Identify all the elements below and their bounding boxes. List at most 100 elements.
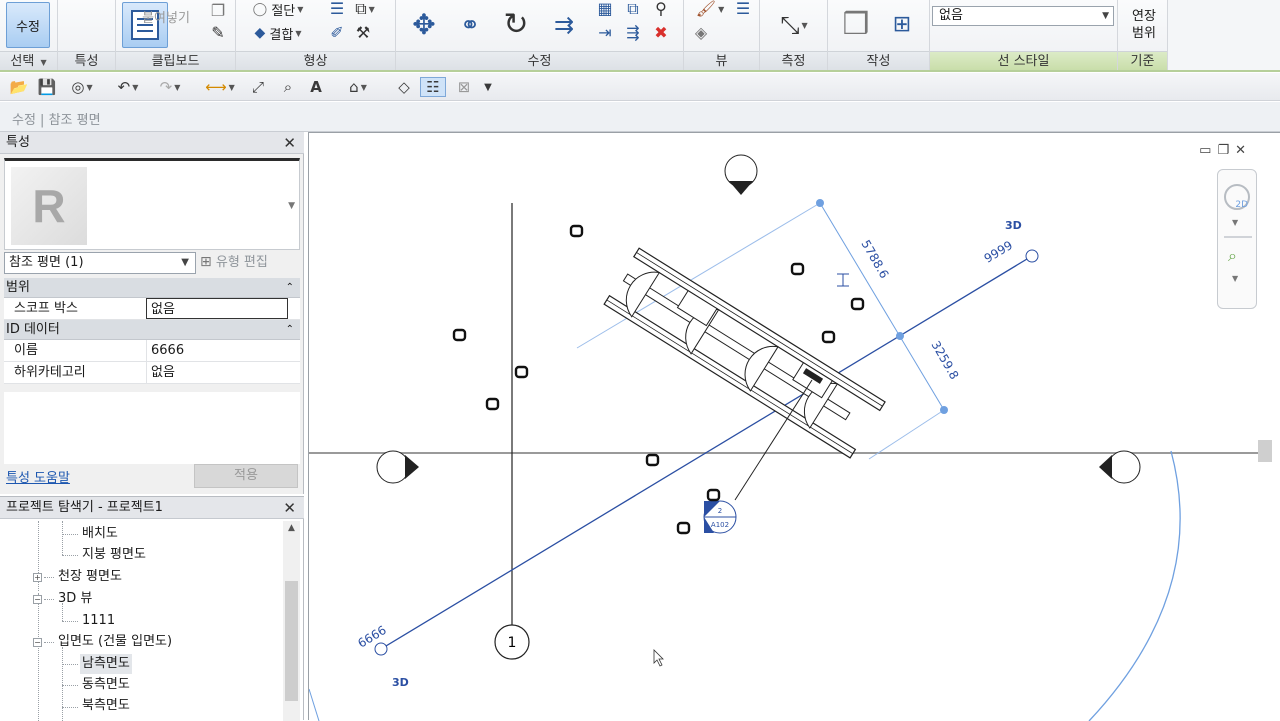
thin-lines-icon[interactable]: ☷: [420, 77, 446, 97]
elevation-marker-north[interactable]: [724, 154, 758, 195]
close-icon[interactable]: ✕: [283, 132, 296, 154]
tree-item-south-elevation[interactable]: 남측면도: [80, 654, 132, 674]
3d-tag[interactable]: 3D: [392, 676, 409, 689]
3d-tag[interactable]: 3D: [1005, 219, 1022, 232]
subcategory-value[interactable]: 없음: [146, 362, 288, 384]
match-properties-icon[interactable]: ✎: [208, 24, 228, 42]
tag-symbol[interactable]: [790, 262, 805, 276]
scroll-thumb[interactable]: [285, 581, 298, 701]
dimension-grip[interactable]: [896, 332, 904, 340]
tag-symbol[interactable]: [676, 521, 691, 535]
elevation-marker-east[interactable]: [1099, 450, 1141, 484]
undo-icon[interactable]: ↶ ▼: [106, 77, 150, 97]
close-icon[interactable]: ✕: [1235, 143, 1252, 158]
tree-item-site-plan[interactable]: 배치도: [82, 524, 118, 544]
aligned-dimension-icon[interactable]: ⟷ ▼: [200, 77, 240, 97]
wall-joins-icon[interactable]: ☰: [326, 0, 348, 18]
save-icon[interactable]: 💾: [36, 77, 58, 97]
tag-symbol[interactable]: [850, 297, 865, 311]
paint-icon[interactable]: ✐: [326, 24, 348, 42]
restore-icon[interactable]: ❐: [1217, 143, 1235, 158]
split-icon[interactable]: ⇥: [594, 24, 616, 42]
section-extents[interactable]: 범위 ⌃: [4, 278, 300, 298]
chevron-down-icon[interactable]: ▼: [1232, 218, 1238, 227]
instance-filter-select[interactable]: 참조 평면 (1) ▼: [4, 252, 196, 274]
cut-button[interactable]: ◯ 절단 ▼: [242, 0, 314, 19]
split-face-icon[interactable]: ⧉ ▼: [350, 0, 380, 18]
tag-symbol[interactable]: [821, 330, 836, 344]
tree-item-north-elevation[interactable]: 북측면도: [82, 696, 130, 716]
copy-element-icon[interactable]: ⚭: [450, 6, 490, 44]
text-icon[interactable]: A: [304, 77, 328, 97]
line-style-select[interactable]: 없음 ▼: [932, 6, 1114, 26]
collapse-icon[interactable]: −: [33, 638, 42, 647]
demolish-icon[interactable]: ⚒: [352, 24, 374, 42]
type-selector[interactable]: R ▼: [4, 158, 300, 250]
close-icon[interactable]: ✕: [283, 497, 296, 519]
section-icon[interactable]: ◇: [392, 77, 416, 97]
measure-qat-icon[interactable]: ⤢: [246, 77, 270, 97]
tag-symbol[interactable]: [706, 488, 721, 502]
3d-view-icon[interactable]: ⌂ ▼: [338, 77, 378, 97]
create-group-icon[interactable]: ⊞: [880, 4, 924, 46]
override-graphics-icon[interactable]: 🖌 ▼: [690, 0, 730, 18]
delete-icon[interactable]: ✖: [650, 24, 672, 42]
modify-button[interactable]: 수정: [6, 2, 50, 48]
section-tag[interactable]: 2 A102: [703, 500, 737, 534]
collapse-icon[interactable]: −: [33, 595, 42, 604]
trim-extend-icon[interactable]: ⇉: [542, 6, 586, 44]
canvas-scroll-thumb[interactable]: [1258, 440, 1272, 462]
move-icon[interactable]: ✥: [404, 6, 444, 44]
propagate-extents-button[interactable]: 연장 범위: [1124, 8, 1164, 42]
drawing-area[interactable]: 1 6666 6666 3D 3D 5788.6 3259.8 2 A102 ▭…: [308, 132, 1280, 721]
dimension-grip[interactable]: [940, 406, 948, 414]
name-value[interactable]: 6666: [146, 340, 288, 362]
pin-icon[interactable]: ⚲: [650, 0, 672, 18]
tag-symbol[interactable]: [645, 453, 660, 467]
tag-symbol[interactable]: [569, 224, 584, 238]
close-hidden-icon[interactable]: ⊠: [452, 77, 476, 97]
rotate-icon[interactable]: ↻: [496, 6, 536, 44]
temp-dimension-value[interactable]: 5788.6: [858, 238, 891, 281]
customize-qat-icon[interactable]: ▼: [480, 77, 496, 97]
tag-symbol[interactable]: [485, 397, 500, 411]
paste-button[interactable]: 붙여넣기: [126, 6, 206, 26]
tag-symbol[interactable]: [514, 365, 529, 379]
sync-icon[interactable]: ◎ ▼: [64, 77, 100, 97]
array-icon[interactable]: ▦: [594, 0, 616, 18]
hide-icon[interactable]: ◈: [690, 24, 712, 42]
scroll-up-icon[interactable]: ▲: [283, 523, 300, 533]
tree-item-elevations[interactable]: 입면도 (건물 입면도): [58, 632, 172, 652]
2d-wheel-icon[interactable]: 2D: [1224, 184, 1250, 210]
tree-item-3d-views[interactable]: 3D 뷰: [58, 589, 92, 609]
tree-item-3d-view-1111[interactable]: 1111: [82, 611, 115, 631]
ref-plane-end-grip[interactable]: [374, 642, 388, 656]
tag-symbol[interactable]: [452, 328, 467, 342]
ref-plane-end-grip[interactable]: [1025, 249, 1039, 263]
plan-view[interactable]: 1 6666 6666 3D 3D 5788.6 3259.8 2 A102: [309, 133, 1280, 721]
linework-icon[interactable]: ☰: [732, 0, 754, 18]
join-button[interactable]: ◆ 결합 ▼: [242, 24, 314, 43]
create-parts-icon[interactable]: ❒: [834, 4, 878, 46]
scale-icon[interactable]: ⧉: [622, 0, 644, 18]
copy-icon[interactable]: ❐: [208, 2, 228, 20]
redo-icon[interactable]: ↷ ▼: [150, 77, 190, 97]
apply-button[interactable]: 적용: [194, 464, 298, 488]
scope-box-value[interactable]: 없음: [146, 298, 288, 319]
expand-icon[interactable]: +: [33, 573, 42, 582]
tree-item-roof-plan[interactable]: 지붕 평면도: [82, 545, 146, 565]
ref-plane-name-label[interactable]: 6666: [981, 237, 1014, 265]
edit-type-button[interactable]: ⊞ 유형 편집: [200, 252, 298, 274]
properties-help-link[interactable]: 특성 도움말: [6, 467, 70, 486]
offset-icon[interactable]: ⇶: [622, 24, 644, 42]
tag-icon[interactable]: ⌕: [276, 77, 300, 97]
measure-icon[interactable]: ⤡ ▼: [766, 6, 822, 44]
zoom-icon[interactable]: ⌕: [1228, 246, 1237, 266]
dimension-grip[interactable]: [816, 199, 824, 207]
elevation-marker-west[interactable]: [376, 450, 419, 484]
open-icon[interactable]: 📂: [8, 77, 30, 97]
browser-scrollbar[interactable]: ▲: [283, 521, 300, 721]
section-identity-data[interactable]: ID 데이터 ⌃: [4, 320, 300, 340]
dimension-lock-icon[interactable]: [837, 273, 849, 287]
chevron-down-icon[interactable]: ▼: [1232, 274, 1238, 283]
